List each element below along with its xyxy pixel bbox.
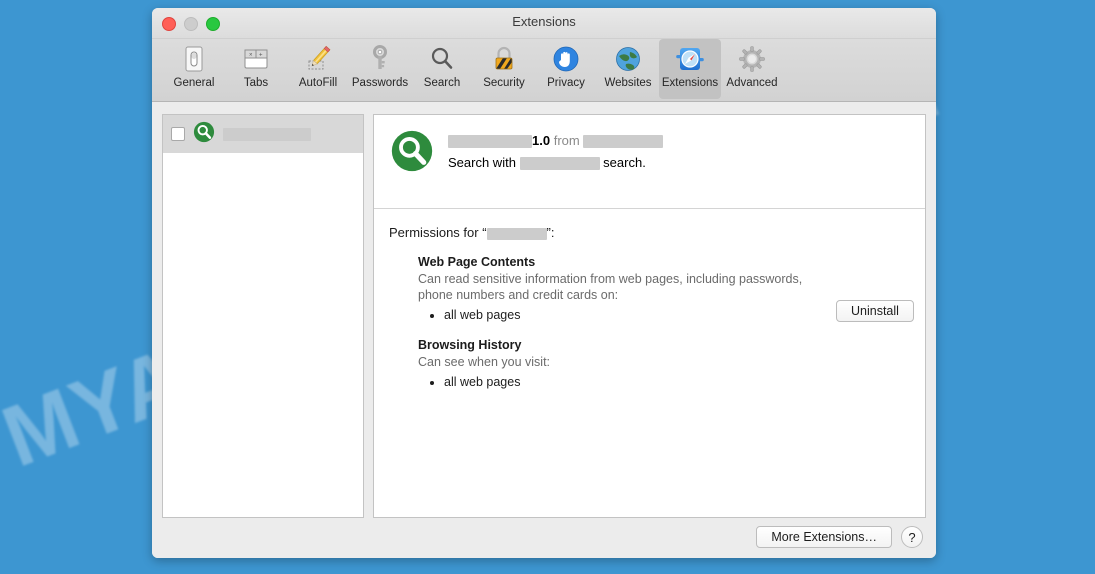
tab-autofill[interactable]: AutoFill xyxy=(287,39,349,99)
permissions-title: Permissions for “ ”: xyxy=(389,225,907,240)
tab-privacy[interactable]: Privacy xyxy=(535,39,597,99)
tab-search-label: Search xyxy=(423,77,461,89)
extensions-content: 1.0 from Search with search. Uninstall P… xyxy=(152,102,936,558)
permission-group-web-page-contents: Web Page Contents Can read sensitive inf… xyxy=(418,255,907,324)
extensions-icon xyxy=(674,43,706,75)
tab-advanced-label: Advanced xyxy=(726,77,778,89)
tab-extensions[interactable]: Extensions xyxy=(659,39,721,99)
tab-search[interactable]: Search xyxy=(411,39,473,99)
tab-passwords[interactable]: Passwords xyxy=(349,39,411,99)
window-titlebar: Extensions xyxy=(152,8,936,39)
extension-name-redacted xyxy=(448,135,532,149)
tab-general-label: General xyxy=(173,77,215,89)
tab-tabs-label: Tabs xyxy=(243,77,269,89)
extension-detail-header: 1.0 from Search with search. xyxy=(374,115,925,209)
extensions-list[interactable] xyxy=(162,114,364,518)
extension-enable-checkbox[interactable] xyxy=(171,127,185,141)
permission-scope-item: all web pages xyxy=(444,374,907,391)
extension-name-redacted xyxy=(223,127,311,141)
permission-heading: Web Page Contents xyxy=(418,255,536,269)
extension-from-label: from xyxy=(553,133,580,148)
tab-security-label: Security xyxy=(483,77,525,89)
extension-detail-panel: 1.0 from Search with search. Uninstall P… xyxy=(373,114,926,518)
svg-text:+: + xyxy=(259,53,263,59)
permission-scope-list: all web pages xyxy=(418,307,907,324)
tab-tabs[interactable]: × + Tabs xyxy=(225,39,287,99)
search-icon xyxy=(426,43,458,75)
tab-extensions-label: Extensions xyxy=(661,77,719,89)
more-extensions-button[interactable]: More Extensions… xyxy=(756,526,892,548)
tab-autofill-label: AutoFill xyxy=(298,77,338,89)
extension-version: 1.0 xyxy=(532,133,551,148)
extension-title-line: 1.0 from xyxy=(448,132,664,150)
permission-heading: Browsing History xyxy=(418,338,522,352)
preferences-toolbar: General × + Tabs AutoFill Passwords Sear… xyxy=(152,39,936,102)
preferences-window: Extensions General × + Tabs AutoFill Pas… xyxy=(152,8,936,558)
permissions-title-prefix: Permissions for “ xyxy=(389,225,487,240)
window-title: Extensions xyxy=(512,14,576,29)
green-magnifier-icon xyxy=(390,129,434,208)
list-item[interactable] xyxy=(163,115,363,153)
permissions-section: Permissions for “ ”: Web Page Contents Ca… xyxy=(374,210,925,405)
autofill-icon xyxy=(302,43,334,75)
permission-description: Can read sensitive information from web … xyxy=(418,272,803,302)
websites-icon xyxy=(612,43,644,75)
tab-websites-label: Websites xyxy=(604,77,652,89)
permissions-title-suffix: ”: xyxy=(546,225,555,240)
svg-text:×: × xyxy=(249,53,253,59)
tab-general[interactable]: General xyxy=(163,39,225,99)
security-icon xyxy=(488,43,520,75)
passwords-icon xyxy=(364,43,396,75)
window-footer: More Extensions… ? xyxy=(152,516,936,558)
tabs-icon: × + xyxy=(240,43,272,75)
permission-description: Can see when you visit: xyxy=(418,355,551,369)
extension-meta: 1.0 from Search with search. xyxy=(448,129,664,208)
tab-websites[interactable]: Websites xyxy=(597,39,659,99)
tab-passwords-label: Passwords xyxy=(351,77,409,89)
description-prefix: Search with xyxy=(448,155,516,170)
green-magnifier-icon xyxy=(193,121,215,148)
help-button[interactable]: ? xyxy=(901,526,923,548)
extension-vendor-redacted xyxy=(583,135,664,149)
privacy-icon xyxy=(550,43,582,75)
general-icon xyxy=(178,43,210,75)
description-suffix: search. xyxy=(603,155,646,170)
permission-group-browsing-history: Browsing History Can see when you visit:… xyxy=(418,338,907,391)
description-name-redacted xyxy=(519,157,600,171)
advanced-icon xyxy=(736,43,768,75)
tab-advanced[interactable]: Advanced xyxy=(721,39,783,99)
extension-description: Search with search. xyxy=(448,154,663,172)
permission-scope-list: all web pages xyxy=(418,374,907,391)
tab-security[interactable]: Security xyxy=(473,39,535,99)
permission-scope-item: all web pages xyxy=(444,307,907,324)
permissions-name-redacted xyxy=(486,227,547,240)
tab-privacy-label: Privacy xyxy=(547,77,585,89)
